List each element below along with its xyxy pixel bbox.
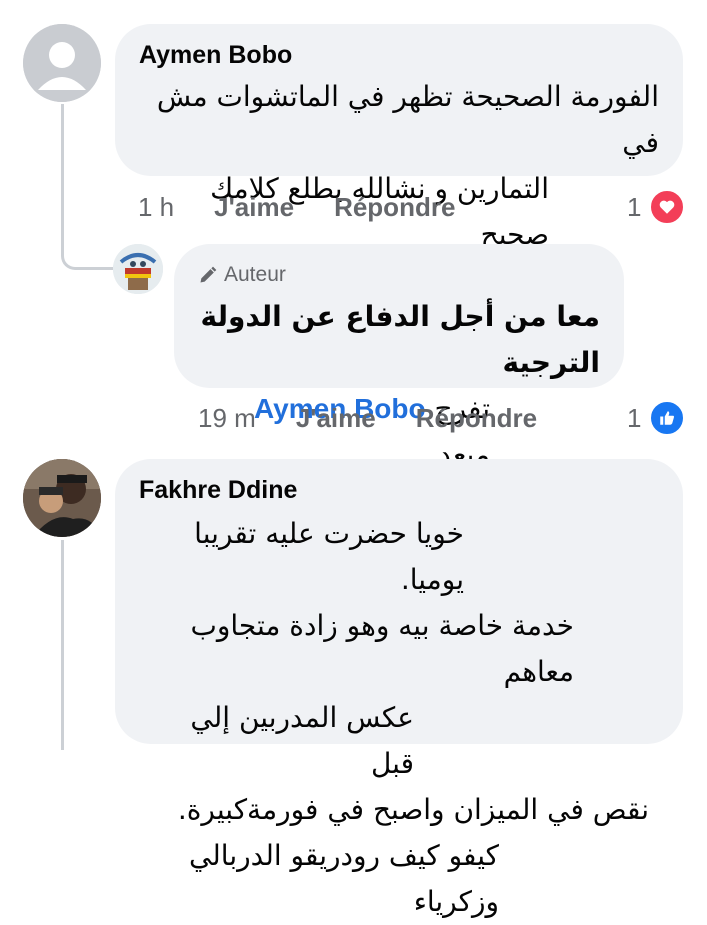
thread-branch [61, 250, 113, 270]
comment-text-line: خدمة خاصة بيه وهو زادة متجاوب معاهم [190, 609, 574, 688]
reaction-count: 1 [627, 402, 642, 433]
comment-text-line: نقص في الميزان واصبح في فورمةكبيرة. [177, 793, 649, 826]
reaction-count: 1 [627, 191, 642, 222]
author-badge: Auteur [198, 262, 600, 288]
comment-actions: 1 h J'aime Répondre [138, 187, 495, 227]
reaction-summary[interactable]: 1 [627, 398, 686, 438]
like-button[interactable]: J'aime [296, 403, 376, 434]
reaction-summary[interactable]: 1 [627, 187, 686, 227]
comment-author[interactable]: Aymen Bobo [139, 40, 659, 70]
like-button[interactable]: J'aime [214, 192, 294, 223]
default-profile-icon [23, 24, 101, 102]
comment-text-line: كيفو كيف رودريقو الدربالي وزكرياء [188, 839, 499, 918]
comment-text-line: خويا حضرت عليه تقريبا يوميا. [194, 517, 464, 596]
page-avatar-icon [113, 244, 163, 294]
comment-time[interactable]: 1 h [138, 192, 174, 223]
profile-photo-icon [23, 459, 101, 537]
avatar[interactable] [23, 459, 101, 537]
reply-button[interactable]: Répondre [334, 192, 455, 223]
reply-button[interactable]: Répondre [416, 403, 537, 434]
author-badge-label: Auteur [224, 263, 286, 286]
reply-actions: 19 m J'aime Répondre [198, 398, 577, 438]
reply-text-line: معا من أجل الدفاع عن الدولة الترجية [200, 300, 600, 379]
comment-time[interactable]: 19 m [198, 403, 256, 434]
comment-author[interactable]: Fakhre Ddine [139, 475, 659, 505]
comment-bubble: Aymen Bobo الفورمة الصحيحة تظهر في المات… [115, 24, 683, 251]
heart-icon [649, 189, 686, 225]
avatar[interactable] [23, 24, 101, 102]
thread-line [61, 540, 64, 750]
comment-text-line: الفورمة الصحيحة تظهر في الماتشوات مش في [156, 80, 659, 159]
reply-bubble: Auteur معا من أجل الدفاع عن الدولة الترج… [174, 244, 624, 471]
thumbs-up-icon [649, 400, 686, 436]
comment-bubble: Fakhre Ddine خويا حضرت عليه تقريبا يوميا… [115, 459, 683, 918]
pencil-icon [200, 266, 217, 283]
thread-line [61, 104, 64, 254]
avatar[interactable] [113, 244, 163, 294]
comment-text-line: عكس المدربين إلي قبل [190, 701, 414, 780]
